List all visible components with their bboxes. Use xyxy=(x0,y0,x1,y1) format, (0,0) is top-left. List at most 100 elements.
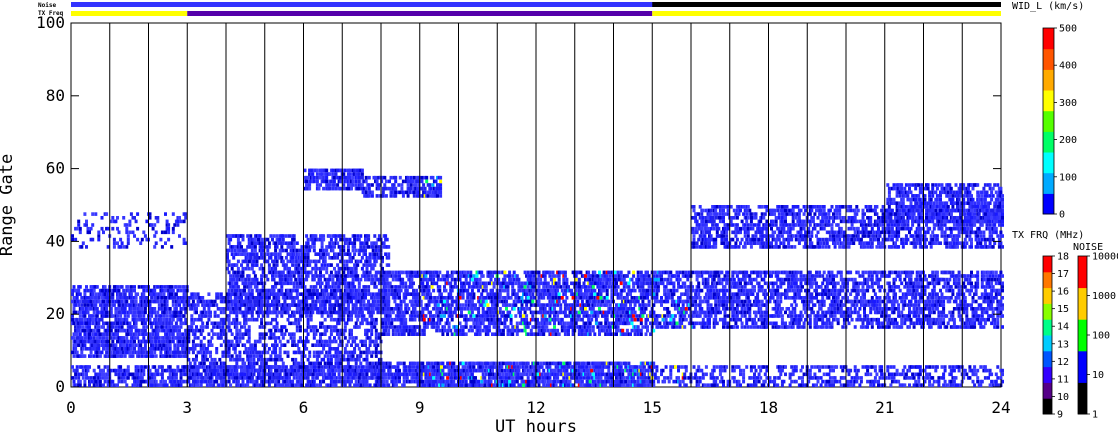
scatter-cell xyxy=(300,245,304,249)
scatter-cell xyxy=(292,376,296,380)
scatter-cell xyxy=(176,325,180,329)
scatter-cell xyxy=(75,350,79,355)
scatter-cell xyxy=(360,256,364,260)
scatter-cell xyxy=(165,303,169,307)
scatter-cell xyxy=(409,186,413,191)
scatter-cell xyxy=(171,317,175,322)
scatter-cell xyxy=(103,379,107,384)
scatter-cell xyxy=(204,310,208,315)
scatter-cell xyxy=(123,310,127,315)
scatter-cell xyxy=(281,383,285,387)
scatter-cell xyxy=(153,307,157,311)
scatter-cell xyxy=(140,354,144,358)
scatter-cell xyxy=(329,292,333,296)
scatter-cell xyxy=(85,223,88,227)
scatter-cell xyxy=(305,277,309,282)
scatter-cell xyxy=(421,379,425,384)
scatter-cell xyxy=(128,223,132,227)
scatter-cell xyxy=(494,372,498,377)
scatter-cell xyxy=(336,263,340,267)
scatter-cell xyxy=(116,285,119,289)
scatter-cell xyxy=(411,179,415,184)
scatter-cell xyxy=(399,361,403,366)
scatter-cell xyxy=(202,343,206,347)
scatter-cell xyxy=(277,336,281,340)
scatter-cell xyxy=(540,365,544,369)
scatter-cell xyxy=(229,383,233,387)
scatter-cell xyxy=(439,365,443,369)
scatter-cell xyxy=(356,234,360,238)
scatter-cell xyxy=(461,361,465,366)
scatter-cell xyxy=(145,350,149,355)
scatter-cell xyxy=(80,336,84,340)
scatter-cell xyxy=(142,325,146,329)
scatter-cell xyxy=(275,281,279,286)
scatter-cell xyxy=(260,357,264,362)
scatter-cell xyxy=(143,310,147,315)
scatter-cell xyxy=(284,376,288,380)
scatter-cell xyxy=(142,230,146,235)
scatter-cell xyxy=(277,296,281,300)
scatter-cell xyxy=(274,317,278,322)
scatter-cell xyxy=(80,350,84,355)
scatter-cell xyxy=(431,183,435,187)
scatter-cell xyxy=(286,317,290,322)
scatter-cell xyxy=(320,339,324,344)
scatter-cell xyxy=(142,292,146,296)
scatter-cell xyxy=(274,252,278,256)
scatter-cell xyxy=(532,383,536,387)
scatter-cell xyxy=(323,292,327,296)
scatter-cell xyxy=(131,299,135,304)
scatter-cell xyxy=(258,266,262,271)
scatter-cell xyxy=(112,303,116,307)
scatter-cell xyxy=(373,263,377,267)
scatter-cell xyxy=(179,376,183,380)
scatter-cell xyxy=(274,241,278,245)
scatter-cell xyxy=(345,310,349,315)
scatter-cell xyxy=(286,277,290,282)
scatter-cell xyxy=(425,175,429,180)
scatter-cell xyxy=(125,230,129,235)
scatter-cell xyxy=(235,325,239,329)
scatter-cell xyxy=(212,361,216,366)
scatter-cell xyxy=(102,299,105,304)
scatter-cell xyxy=(396,365,400,369)
scatter-cell xyxy=(312,379,316,384)
scatter-cell xyxy=(153,234,157,238)
scatter-cell xyxy=(171,226,175,231)
scatter-cell xyxy=(85,245,88,249)
scatter-cell xyxy=(236,274,240,278)
scatter-cell xyxy=(317,299,321,304)
scatter-cell xyxy=(140,321,144,326)
scatter-cell xyxy=(291,343,295,347)
scatter-cell xyxy=(365,357,369,362)
scatter-cell xyxy=(209,368,212,373)
scatter-cell xyxy=(362,299,366,304)
scatter-cell xyxy=(274,285,278,289)
scatter-cell xyxy=(317,354,321,358)
scatter-cell xyxy=(384,186,388,191)
scatter-cell xyxy=(374,248,378,253)
scatter-cell xyxy=(360,365,364,369)
scatter-cell xyxy=(78,325,82,329)
scatter-cell xyxy=(191,328,195,333)
scatter-cell xyxy=(272,288,276,293)
scatter-cell xyxy=(201,321,205,326)
scatter-cell xyxy=(212,372,216,377)
scatter-cell xyxy=(314,325,318,329)
scatter-cell xyxy=(388,186,391,191)
scatter-cell xyxy=(298,325,302,329)
scatter-cell xyxy=(241,357,245,362)
scatter-cell xyxy=(328,336,332,340)
scatter-cell xyxy=(309,270,313,275)
scatter-cell xyxy=(117,288,121,293)
scatter-cell xyxy=(247,277,251,282)
scatter-cell xyxy=(240,325,243,329)
scatter-cell xyxy=(210,343,214,347)
scatter-cell xyxy=(453,368,457,373)
scatter-cell xyxy=(218,357,222,362)
scatter-cell xyxy=(412,372,415,377)
scatter-cell xyxy=(325,365,329,369)
scatter-cell xyxy=(283,325,287,329)
scatter-cell xyxy=(122,216,126,220)
